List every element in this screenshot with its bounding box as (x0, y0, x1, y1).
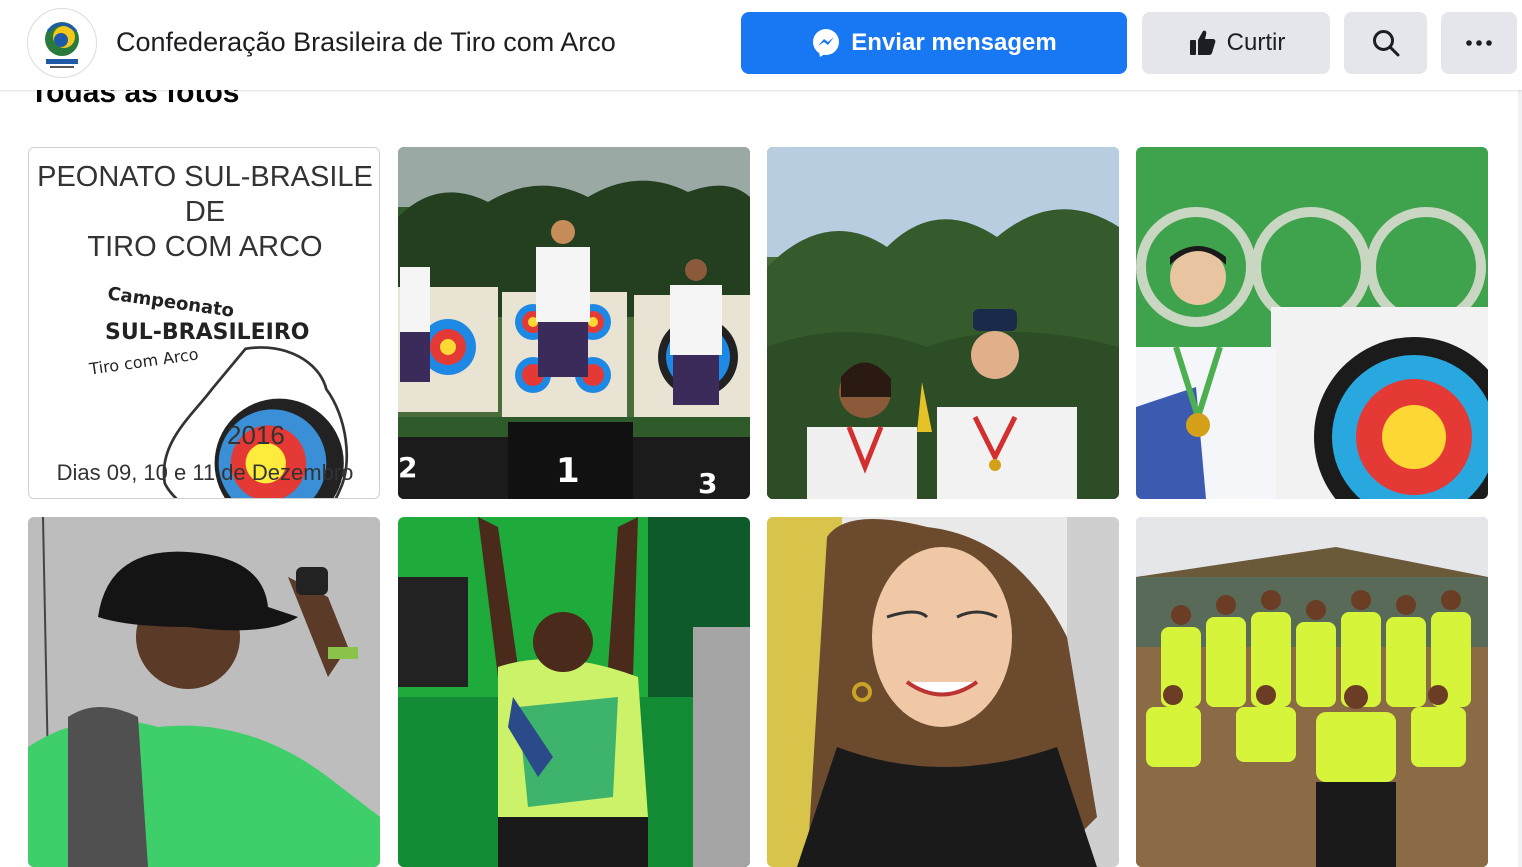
like-button[interactable]: Curtir (1142, 12, 1330, 74)
poster-headline-1: PEONATO SUL-BRASILE (37, 161, 373, 193)
photo-tile-archer-hat[interactable] (28, 517, 380, 867)
search-button[interactable] (1344, 12, 1427, 74)
photo-tile-poster[interactable]: PEONATO SUL-BRASILE DE TIRO COM ARCO Cam… (28, 147, 380, 499)
photo-tile-celebration[interactable] (398, 517, 750, 867)
page-header: Confederação Brasileira de Tiro com Arco… (0, 0, 1522, 90)
poster-headline-2: DE (184, 196, 226, 228)
poster-year: 2016 (227, 420, 285, 450)
medalists-photo (767, 147, 1119, 499)
section-title: Todas as fotos (30, 90, 240, 109)
olympic-athlete-photo (1136, 147, 1488, 499)
team-photo (1136, 517, 1488, 867)
cbtarco-logo-icon (29, 10, 95, 76)
like-label: Curtir (1226, 29, 1286, 56)
send-message-label: Enviar mensagem (851, 29, 1057, 56)
portrait-photo (767, 517, 1119, 867)
svg-text:1: 1 (556, 451, 580, 491)
poster-headline: PEONATO SUL-BRASILE DE TIRO COM ARCO (29, 160, 379, 265)
more-options-button[interactable] (1441, 12, 1517, 74)
photo-tile-olympic-athlete[interactable] (1136, 147, 1488, 499)
search-icon (1372, 30, 1399, 57)
send-message-button[interactable]: Enviar mensagem (741, 12, 1127, 74)
thumbs-up-icon (1189, 30, 1216, 55)
photo-tile-podium[interactable]: 1 2 3 (398, 147, 750, 499)
page-avatar[interactable] (27, 8, 97, 78)
archer-hat-photo (28, 517, 380, 867)
more-icon (1466, 40, 1492, 46)
svg-text:2: 2 (398, 451, 417, 484)
poster-headline-3: TIRO COM ARCO (87, 231, 323, 263)
poster-dates: Dias 09, 10 e 11 de Dezembro (56, 460, 354, 485)
photos-section: Todas as fotos PEONATO SUL-BRASILE DE TI… (0, 90, 1518, 867)
photo-tile-team[interactable] (1136, 517, 1488, 867)
svg-text:3: 3 (698, 467, 717, 499)
messenger-icon (813, 29, 840, 57)
scroll-edge (1518, 90, 1522, 867)
page-name[interactable]: Confederação Brasileira de Tiro com Arco (116, 27, 616, 58)
celebration-photo (398, 517, 750, 867)
photo-tile-portrait[interactable] (767, 517, 1119, 867)
poster-logo-line-2: SUL-BRASILEIRO (105, 320, 310, 345)
photo-tile-medalists[interactable] (767, 147, 1119, 499)
podium-photo: 1 2 3 (398, 147, 750, 499)
